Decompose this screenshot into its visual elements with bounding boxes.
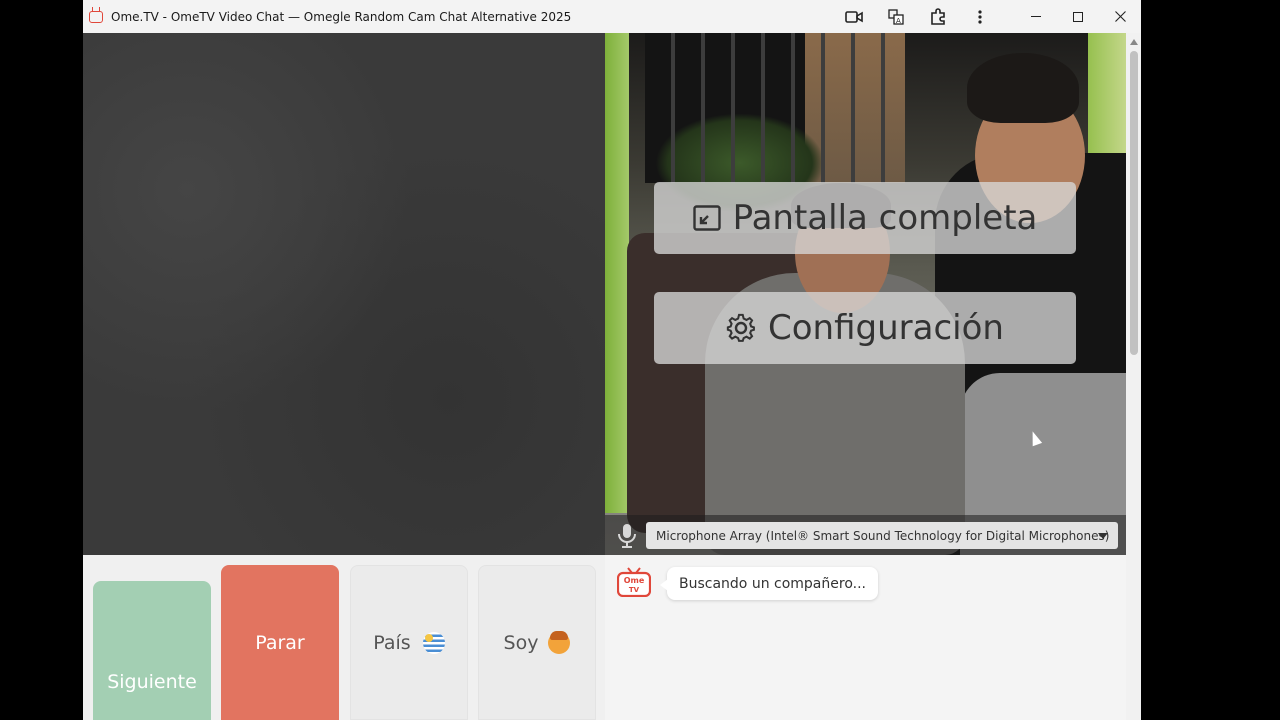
svg-text:Ome: Ome <box>624 576 645 585</box>
next-button[interactable]: Siguiente <box>93 581 211 720</box>
chat-message-text: Buscando un compañero... <box>679 575 866 592</box>
tv-icon <box>89 10 103 23</box>
ometv-logo: Ome TV <box>616 567 652 598</box>
gear-icon <box>726 313 756 343</box>
chevron-down-icon <box>1098 533 1108 539</box>
fullscreen-button[interactable]: Pantalla completa <box>654 182 1076 254</box>
page-content: Pantalla completa Configuración Micropho… <box>83 33 1126 720</box>
fullscreen-label: Pantalla completa <box>732 198 1038 238</box>
country-label: País <box>373 631 411 654</box>
svg-text:A: A <box>896 17 901 25</box>
gender-button[interactable]: Soy <box>478 565 596 720</box>
title-bar-actions: A <box>833 0 1141 33</box>
settings-label: Configuración <box>768 308 1004 348</box>
fullscreen-icon <box>692 205 721 231</box>
camera-icon[interactable] <box>833 0 875 33</box>
uruguay-flag-icon <box>422 631 445 654</box>
more-vert-icon[interactable] <box>959 0 1001 33</box>
chat-panel: Ome TV Buscando un compañero... <box>605 555 1126 720</box>
browser-window: Ome.TV - OmeTV Video Chat — Omegle Rando… <box>83 0 1141 720</box>
scroll-up-icon[interactable] <box>1130 39 1138 45</box>
partner-video <box>83 33 605 555</box>
maximize-icon[interactable] <box>1057 0 1099 33</box>
window-title: Ome.TV - OmeTV Video Chat — Omegle Rando… <box>111 9 572 24</box>
boy-emoji-icon <box>548 630 571 654</box>
next-label: Siguiente <box>107 671 197 693</box>
settings-button[interactable]: Configuración <box>654 292 1076 364</box>
chat-message: Buscando un compañero... <box>660 567 878 600</box>
svg-text:TV: TV <box>629 586 640 594</box>
translate-icon[interactable]: A <box>875 0 917 33</box>
title-bar: Ome.TV - OmeTV Video Chat — Omegle Rando… <box>83 0 1141 33</box>
gender-label: Soy <box>503 631 539 654</box>
microphone-icon <box>617 523 637 549</box>
country-button[interactable]: País <box>350 565 468 720</box>
minimize-icon[interactable] <box>1015 0 1057 33</box>
stop-button[interactable]: Parar <box>221 565 339 720</box>
controls-panel: Siguiente Parar País Soy <box>83 555 605 720</box>
microphone-select-value: Microphone Array (Intel® Smart Sound Tec… <box>656 528 1110 543</box>
close-icon[interactable] <box>1099 0 1141 33</box>
microphone-bar: Microphone Array (Intel® Smart Sound Tec… <box>605 515 1126 555</box>
microphone-select[interactable]: Microphone Array (Intel® Smart Sound Tec… <box>646 522 1118 549</box>
vertical-scrollbar[interactable] <box>1126 33 1141 720</box>
self-video[interactable]: Pantalla completa Configuración Micropho… <box>605 33 1126 555</box>
extension-icon[interactable] <box>917 0 959 33</box>
stop-label: Parar <box>255 631 305 654</box>
scroll-thumb[interactable] <box>1130 51 1138 355</box>
